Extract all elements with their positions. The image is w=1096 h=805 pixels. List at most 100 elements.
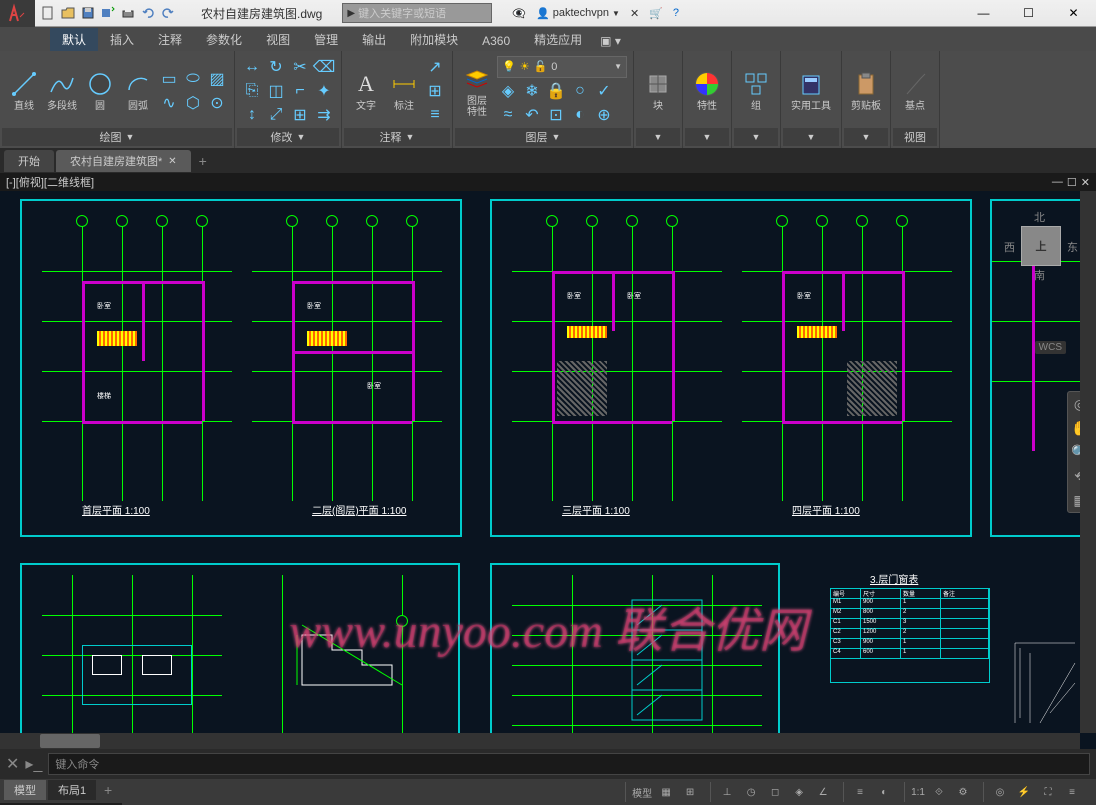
- mtext-icon[interactable]: ≡: [424, 104, 446, 126]
- horizontal-scrollbar[interactable]: [0, 733, 1080, 749]
- command-input[interactable]: 键入命令: [48, 753, 1090, 775]
- viewport-close-icon[interactable]: ✕: [1081, 176, 1090, 189]
- ribbon-tab-view[interactable]: 视图: [254, 28, 302, 51]
- fillet-icon[interactable]: ⌐: [289, 80, 311, 102]
- arc-button[interactable]: 圆弧: [120, 67, 156, 114]
- new-icon[interactable]: [39, 4, 57, 22]
- customize-icon[interactable]: ≡: [1062, 782, 1082, 802]
- properties-button[interactable]: 特性: [689, 67, 725, 114]
- viewcube[interactable]: 北 南 东 西 上: [1006, 211, 1076, 281]
- chevron-down-icon[interactable]: ▼: [807, 132, 816, 142]
- saveas-icon[interactable]: [99, 4, 117, 22]
- open-icon[interactable]: [59, 4, 77, 22]
- doc-tab-start[interactable]: 开始: [4, 150, 54, 172]
- chevron-down-icon[interactable]: ▼: [406, 132, 415, 142]
- redo-icon[interactable]: [159, 4, 177, 22]
- otrack-icon[interactable]: ∠: [813, 782, 833, 802]
- binoculars-icon[interactable]: 👁‍🗨: [512, 7, 526, 20]
- polar-icon[interactable]: ◷: [741, 782, 761, 802]
- layer-match-icon[interactable]: ≈: [497, 104, 519, 126]
- text-button[interactable]: A 文字: [348, 67, 384, 114]
- hatch-icon[interactable]: ▨: [206, 68, 228, 90]
- command-prompt-icon[interactable]: ▸_: [25, 754, 42, 774]
- rectangle-icon[interactable]: ▭: [158, 68, 180, 90]
- spline-icon[interactable]: ∿: [158, 92, 180, 114]
- mirror-icon[interactable]: ◫: [265, 80, 287, 102]
- layer-lock-icon[interactable]: 🔒: [545, 80, 567, 102]
- close-tab-icon[interactable]: ✕: [168, 156, 176, 167]
- lineweight-icon[interactable]: ≡: [850, 782, 870, 802]
- layer-props-button[interactable]: 图层 特性: [459, 62, 495, 120]
- maximize-button[interactable]: ☐: [1006, 0, 1051, 27]
- table-icon[interactable]: ⊞: [424, 80, 446, 102]
- layer-make-icon[interactable]: ✓: [593, 80, 615, 102]
- ortho-icon[interactable]: ⊥: [717, 782, 737, 802]
- layer-freeze-icon[interactable]: ❄: [521, 80, 543, 102]
- grid-icon[interactable]: ▦: [656, 782, 676, 802]
- vertical-scrollbar[interactable]: [1080, 191, 1096, 733]
- layer-prev-icon[interactable]: ↶: [521, 104, 543, 126]
- help-icon[interactable]: ?: [673, 7, 679, 19]
- 3dosnap-icon[interactable]: ◈: [789, 782, 809, 802]
- exchange-icon[interactable]: ✕: [630, 7, 639, 20]
- block-button[interactable]: 块: [640, 67, 676, 114]
- ribbon-tab-annotate[interactable]: 注释: [146, 28, 194, 51]
- chevron-down-icon[interactable]: ▼: [552, 132, 561, 142]
- viewport-label[interactable]: [-][俯视][二维线框]: [6, 174, 94, 190]
- new-tab-button[interactable]: +: [193, 151, 213, 171]
- wcs-label[interactable]: WCS: [1035, 341, 1066, 354]
- user-account[interactable]: 👤 paktechvpn ▼: [536, 7, 620, 20]
- chevron-down-icon[interactable]: ▼: [297, 132, 306, 142]
- scale-label[interactable]: 1:1: [911, 787, 925, 798]
- layer-merge-icon[interactable]: ⊕: [593, 104, 615, 126]
- layout-tab-layout1[interactable]: 布局1: [48, 780, 96, 800]
- cart-icon[interactable]: 🛒: [649, 7, 663, 20]
- undo-icon[interactable]: [139, 4, 157, 22]
- hardware-accel-icon[interactable]: ⚡: [1014, 782, 1034, 802]
- scale-icon[interactable]: ⤢: [265, 104, 287, 126]
- clean-screen-icon[interactable]: ⛶: [1038, 782, 1058, 802]
- ribbon-tab-parametric[interactable]: 参数化: [194, 28, 254, 51]
- plot-icon[interactable]: [119, 4, 137, 22]
- ribbon-tab-featured[interactable]: 精选应用: [522, 28, 594, 51]
- chevron-down-icon[interactable]: ▼: [862, 132, 871, 142]
- erase-icon[interactable]: ⌫: [313, 56, 335, 78]
- copy-icon[interactable]: ⎘: [241, 80, 263, 102]
- layer-walk-icon[interactable]: ◐: [569, 104, 591, 126]
- point-icon[interactable]: ⊙: [206, 92, 228, 114]
- explode-icon[interactable]: ✦: [313, 80, 335, 102]
- workspace-icon[interactable]: ⚙: [953, 782, 973, 802]
- move-icon[interactable]: ↔: [241, 56, 263, 78]
- circle-button[interactable]: 圆: [82, 67, 118, 114]
- save-icon[interactable]: [79, 4, 97, 22]
- ellipse-icon[interactable]: ⬭: [182, 68, 204, 90]
- clipboard-button[interactable]: 剪贴板: [848, 67, 884, 114]
- polyline-button[interactable]: 多段线: [44, 67, 80, 114]
- ribbon-tab-a360[interactable]: A360: [470, 31, 522, 51]
- rotate-icon[interactable]: ↻: [265, 56, 287, 78]
- ribbon-tab-insert[interactable]: 插入: [98, 28, 146, 51]
- snap-icon[interactable]: ⊞: [680, 782, 700, 802]
- offset-icon[interactable]: ⇉: [313, 104, 335, 126]
- close-button[interactable]: ✕: [1051, 0, 1096, 27]
- annotation-scale-icon[interactable]: ⟐: [929, 782, 949, 802]
- drawing-canvas[interactable]: 卧室 楼梯 首层平面 1:100 卧室 卧室 二层(阁层)平面 1:100: [0, 191, 1096, 749]
- ribbon-tab-addins[interactable]: 附加模块: [398, 28, 470, 51]
- polygon-icon[interactable]: ⬡: [182, 92, 204, 114]
- leader-icon[interactable]: ↗: [424, 56, 446, 78]
- isolate-icon[interactable]: ◎: [990, 782, 1010, 802]
- layer-selector[interactable]: 💡 ☀ 🔓 0 ▼: [497, 56, 627, 78]
- layer-state-icon[interactable]: ⊡: [545, 104, 567, 126]
- viewport-maximize-icon[interactable]: ☐: [1067, 176, 1077, 189]
- osnap-icon[interactable]: ◻: [765, 782, 785, 802]
- new-layout-button[interactable]: +: [98, 780, 118, 800]
- basepoint-button[interactable]: 基点: [897, 67, 933, 114]
- chevron-down-icon[interactable]: ▼: [654, 132, 663, 142]
- viewport-minimize-icon[interactable]: —: [1052, 176, 1063, 189]
- trim-icon[interactable]: ✂: [289, 56, 311, 78]
- chevron-down-icon[interactable]: ▼: [752, 132, 761, 142]
- app-logo[interactable]: [0, 0, 35, 27]
- doc-tab-drawing[interactable]: 农村自建房建筑图*✕: [56, 150, 191, 172]
- layer-off-icon[interactable]: ○: [569, 80, 591, 102]
- ribbon-tab-output[interactable]: 输出: [350, 28, 398, 51]
